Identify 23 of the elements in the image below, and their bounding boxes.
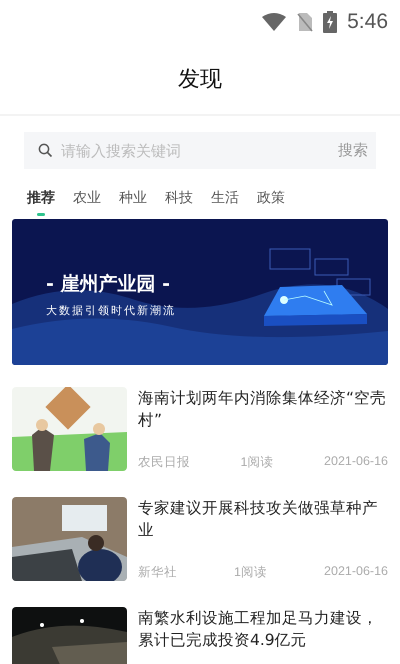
no-sim-icon: [297, 12, 314, 32]
status-time: 5:46: [347, 10, 388, 34]
news-title[interactable]: 南繁水利设施工程加足马力建设，累计已完成投资4.9亿元: [138, 607, 388, 651]
news-date: 2021-06-16: [324, 454, 388, 470]
news-date: 2021-06-16: [324, 564, 388, 580]
category-tab[interactable]: 生活: [206, 181, 244, 219]
category-tab[interactable]: 科技: [160, 181, 198, 219]
news-title[interactable]: 专家建议开展科技攻关做强草种产业: [138, 497, 388, 541]
banner-title: - 崖州产业园 -: [46, 272, 172, 297]
search-icon: [38, 143, 53, 158]
read-count: 1阅读: [240, 454, 274, 471]
read-count: 1阅读: [234, 564, 267, 581]
category-tab[interactable]: 种业: [114, 181, 152, 219]
news-source: 新华社: [138, 564, 177, 581]
wifi-icon: [261, 12, 288, 32]
category-tab[interactable]: 推荐: [22, 181, 60, 219]
news-title[interactable]: 海南计划两年内消除集体经济“空壳村”: [138, 387, 388, 431]
category-tab[interactable]: 政策: [252, 181, 290, 219]
banner-subtitle: 大数据引领时代新潮流: [46, 303, 176, 318]
battery-charging-icon: [323, 11, 338, 33]
category-tab[interactable]: 农业: [68, 181, 106, 219]
page-title: 发现: [178, 66, 222, 94]
news-source: 农民日报: [138, 454, 190, 471]
